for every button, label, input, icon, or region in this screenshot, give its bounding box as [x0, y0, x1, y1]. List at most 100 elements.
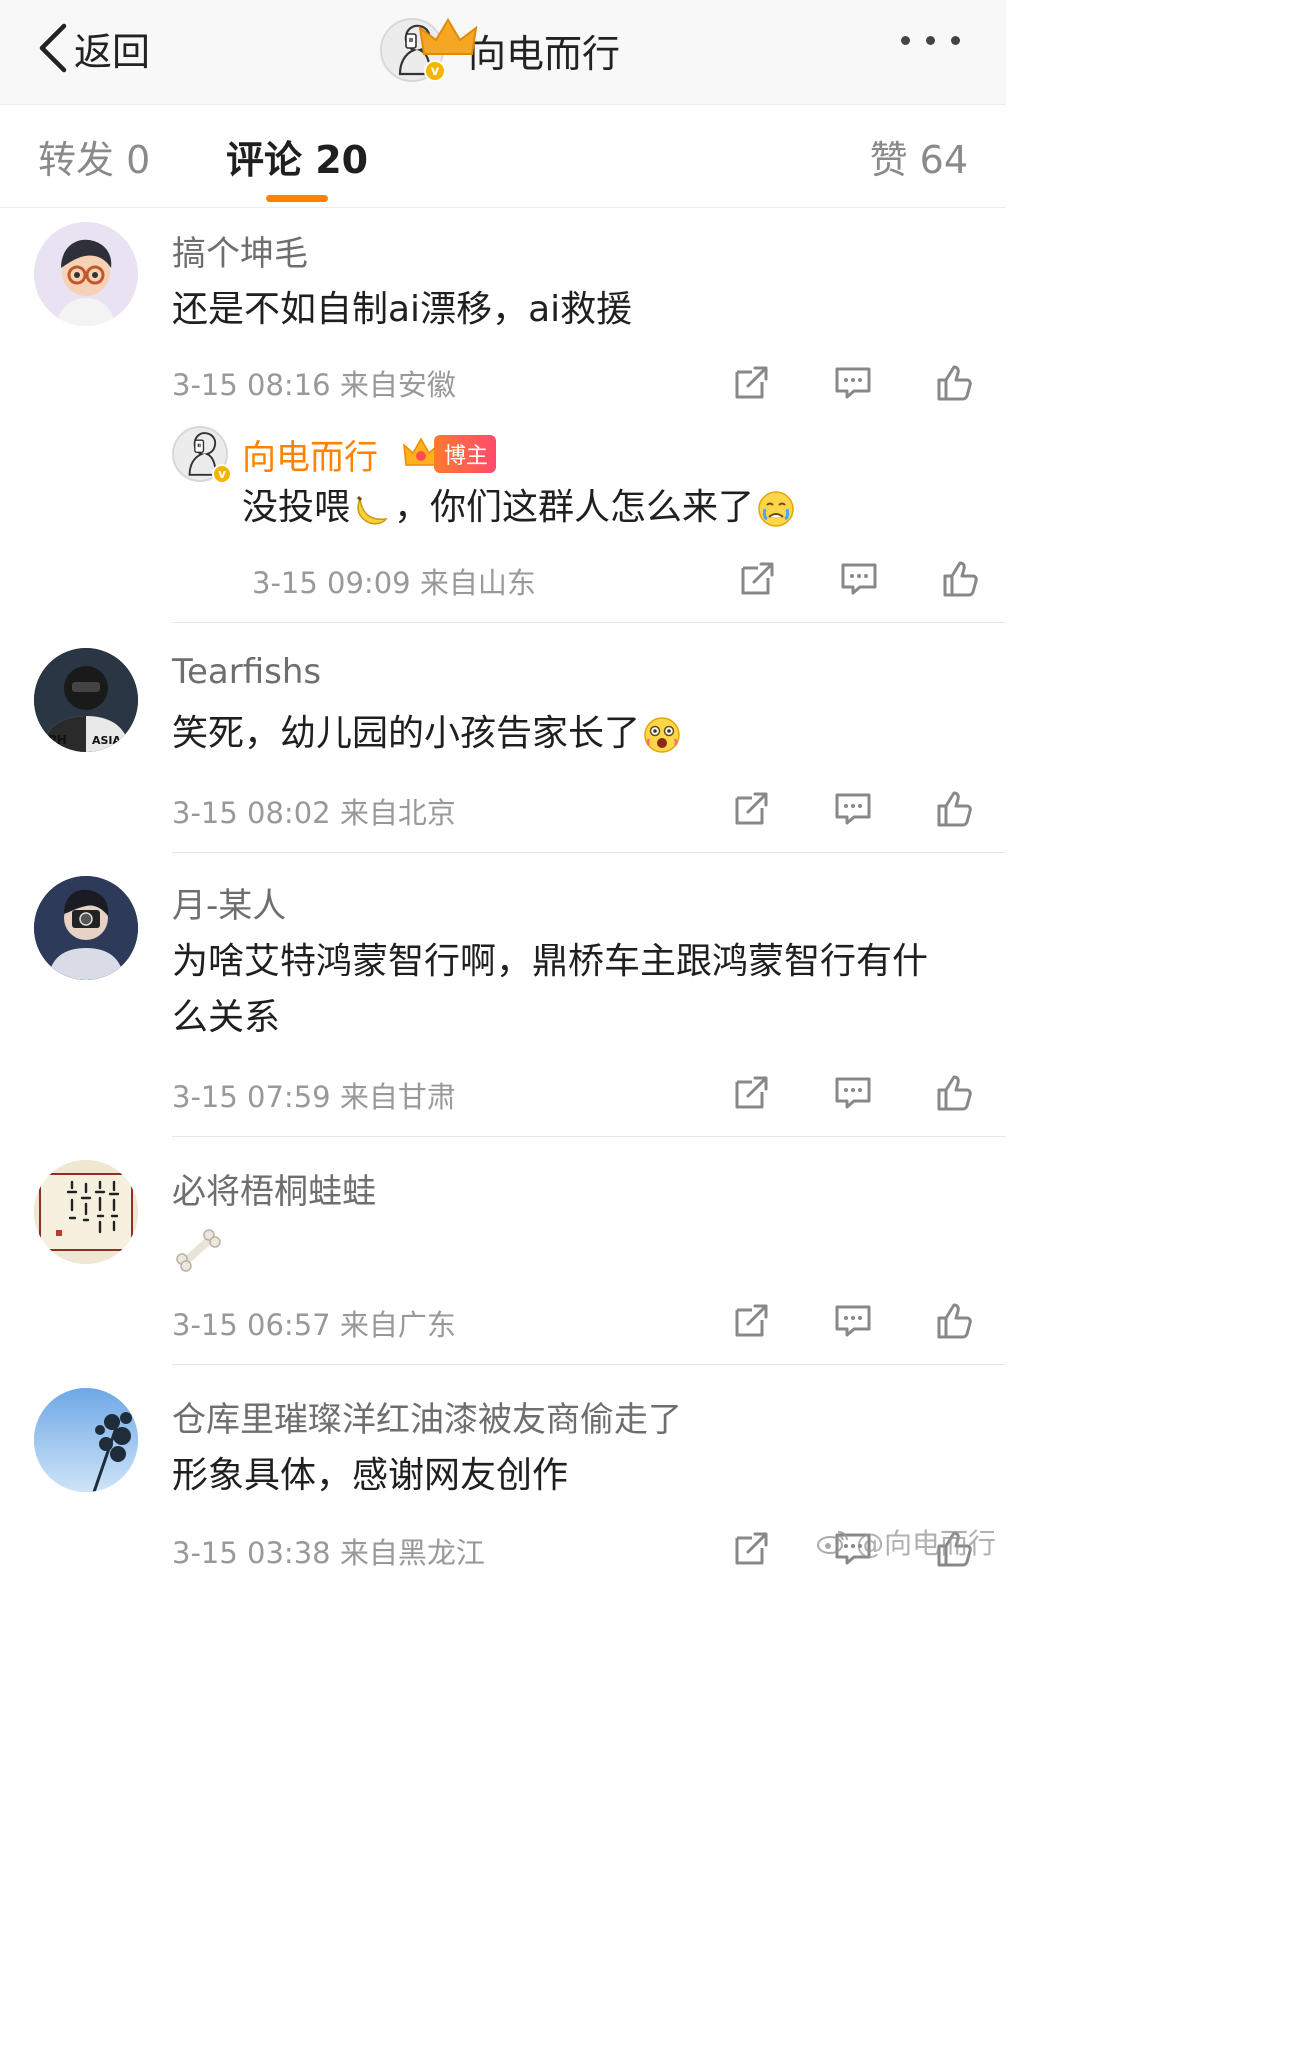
verified-badge-icon: v	[212, 464, 232, 484]
like-icon	[941, 559, 981, 599]
reply-meta: 3-15 09:09 来自山东	[252, 566, 536, 600]
comment-actions	[700, 1070, 1006, 1116]
banana-emoji	[352, 489, 392, 529]
divider	[172, 622, 1006, 623]
reply-text: 没投喂 ，你们这群人怎么来了	[242, 480, 962, 536]
reply-text-part: ，你们这群人怎么来了	[394, 487, 755, 528]
shocked-emoji	[642, 715, 682, 755]
back-button[interactable]: 返回	[36, 18, 150, 78]
comment-item: 搞个坤毛 还是不如自制ai漂移，ai救援 3-15 08:16 来自安徽 v 向…	[0, 222, 1006, 623]
more-icon	[901, 36, 910, 45]
share-button[interactable]	[700, 786, 802, 832]
comment-text: 还是不如自制ai漂移，ai救援	[172, 289, 633, 330]
comment-text-part: 笑死，幼儿园的小孩告家长了	[172, 713, 641, 754]
watermark: @向电而行	[816, 1522, 996, 1562]
share-icon	[731, 363, 771, 403]
share-icon	[731, 1301, 771, 1341]
active-tab-indicator	[266, 195, 328, 202]
share-icon	[731, 1073, 771, 1113]
account-header[interactable]: v 向电而行	[380, 10, 620, 90]
crying-emoji	[756, 489, 796, 529]
commenter-avatar[interactable]	[34, 222, 138, 326]
tab-repost[interactable]: 转发 0	[38, 129, 150, 184]
like-button[interactable]	[904, 1298, 1006, 1344]
comment-icon	[833, 1301, 873, 1341]
comment-item: PH ASIA Tearfishs 笑死，幼儿园的小孩告家长了 3-15 08:…	[0, 648, 1006, 853]
tab-like[interactable]: 赞 64	[870, 129, 968, 184]
blogger-badge-label: 博主	[434, 435, 497, 473]
watermark-text: @向电而行	[855, 1527, 996, 1560]
svg-text:ASIA: ASIA	[92, 734, 122, 747]
commenter-name[interactable]: 搞个坤毛	[172, 226, 308, 275]
like-icon	[935, 789, 975, 829]
comment-icon	[833, 363, 873, 403]
comment-text: 形象具体，感谢网友创作	[172, 1455, 569, 1496]
tab-bar: 转发 0 评论 20 赞 64	[0, 104, 1006, 208]
weibo-icon	[816, 1531, 848, 1554]
tab-comment[interactable]: 评论 20	[226, 129, 368, 184]
comment-meta: 3-15 06:57 来自广东	[172, 1308, 456, 1342]
comment-meta: 3-15 08:16 来自安徽	[172, 368, 456, 402]
share-icon	[731, 789, 771, 829]
share-icon	[731, 1529, 771, 1569]
comment-icon	[833, 1073, 873, 1113]
comment-meta: 3-15 07:59 来自甘肃	[172, 1080, 456, 1114]
account-avatar[interactable]: v	[380, 18, 478, 82]
reply-button[interactable]	[802, 1070, 904, 1116]
share-button[interactable]	[700, 1526, 802, 1572]
divider	[172, 1136, 1006, 1137]
comment-icon	[839, 559, 879, 599]
like-button[interactable]	[910, 556, 1012, 602]
like-button[interactable]	[904, 1070, 1006, 1116]
comment-actions	[700, 1298, 1006, 1344]
verified-badge-icon: v	[424, 60, 446, 82]
top-nav-bar: 返回 v 向电而行	[0, 0, 1006, 104]
comment-meta: 3-15 08:02 来自北京	[172, 796, 456, 830]
bone-emoji	[174, 1227, 222, 1275]
reply-actions	[706, 556, 1012, 602]
commenter-avatar[interactable]	[34, 1160, 138, 1264]
share-button[interactable]	[700, 1298, 802, 1344]
chevron-left-icon	[39, 23, 67, 73]
comment-text: 笑死，幼儿园的小孩告家长了	[172, 706, 962, 762]
reply-author-name[interactable]: 向电而行	[242, 430, 378, 479]
reply-button[interactable]	[802, 360, 904, 406]
divider	[172, 852, 1006, 853]
reply-text-part: 没投喂	[242, 487, 351, 528]
commenter-name[interactable]: 月-某人	[172, 878, 286, 927]
comment-meta: 3-15 03:38 来自黑龙江	[172, 1536, 485, 1570]
account-name: 向电而行	[468, 31, 621, 76]
comment-actions	[700, 360, 1006, 406]
reply-button[interactable]	[802, 1298, 904, 1344]
svg-text:PH: PH	[48, 733, 67, 747]
like-icon	[935, 1301, 975, 1341]
like-icon	[935, 363, 975, 403]
reply-avatar[interactable]: v	[172, 426, 232, 484]
comment-item: 月-某人 为啥艾特鸿蒙智行啊，鼎桥车主跟鸿蒙智行有什么关系 3-15 07:59…	[0, 876, 1006, 1137]
share-button[interactable]	[706, 556, 808, 602]
commenter-avatar[interactable]: PH ASIA	[34, 648, 138, 752]
reply-button[interactable]	[808, 556, 910, 602]
comment-text	[172, 1222, 962, 1278]
comment-item: 必将梧桐蛙蛙 3-15 06:57 来自广东	[0, 1160, 1006, 1365]
commenter-name[interactable]: Tearfishs	[172, 652, 321, 692]
commenter-name[interactable]: 必将梧桐蛙蛙	[172, 1164, 376, 1213]
crown-icon	[418, 18, 478, 55]
comment-actions	[700, 786, 1006, 832]
commenter-avatar[interactable]	[34, 1388, 138, 1492]
like-button[interactable]	[904, 360, 1006, 406]
commenter-name[interactable]: 仓库里璀璨洋红油漆被友商偷走了	[172, 1392, 682, 1441]
like-icon	[935, 1073, 975, 1113]
more-button[interactable]	[901, 36, 960, 45]
comment-text: 为啥艾特鸿蒙智行啊，鼎桥车主跟鸿蒙智行有什么关系	[172, 941, 929, 1038]
back-label: 返回	[74, 29, 151, 74]
share-icon	[737, 559, 777, 599]
reply-button[interactable]	[802, 786, 904, 832]
share-button[interactable]	[700, 360, 802, 406]
like-button[interactable]	[904, 786, 1006, 832]
share-button[interactable]	[700, 1070, 802, 1116]
comment-icon	[833, 789, 873, 829]
divider	[172, 1364, 1006, 1365]
commenter-avatar[interactable]	[34, 876, 138, 980]
blogger-badge: 博主	[402, 434, 497, 474]
